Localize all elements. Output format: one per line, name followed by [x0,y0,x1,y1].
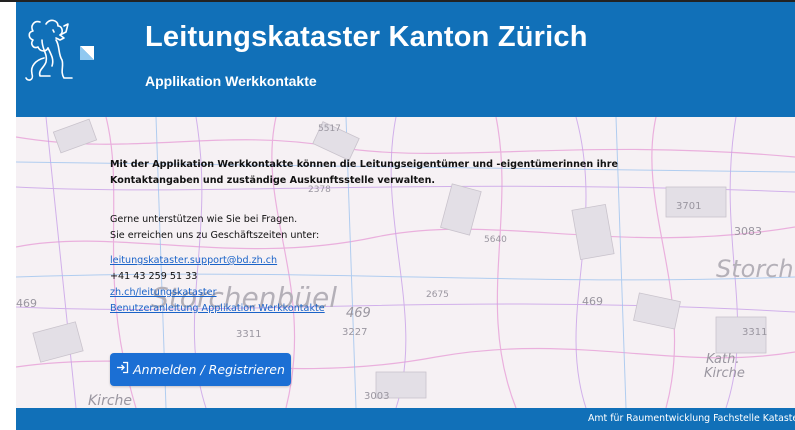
zurich-lion-logo-icon [20,10,96,90]
login-register-label: Anmelden / Registrieren [133,362,285,377]
map-number: 3003 [364,391,389,402]
login-icon [116,361,129,378]
map-label-kath: Kath. [706,352,740,367]
app-footer: Amt für Raumentwicklung Fachstelle Katas… [16,408,795,430]
map-number: 3311 [742,327,767,338]
map-number: 469 [346,306,371,321]
map-number: 469 [582,295,603,308]
manual-link[interactable]: Benutzeranleitung Applikation Werkkontak… [110,301,325,317]
intro-line-1: Mit der Applikation Werkkontakte können … [110,159,618,170]
contact-list: leitungskataster.support@bd.zh.ch +41 43… [110,253,325,317]
login-register-button[interactable]: Anmelden / Registrieren [110,353,291,386]
map-number: 3083 [734,225,762,238]
intro-line-2: Kontaktangaben und zuständige Auskunftss… [110,175,436,186]
map-number: 5640 [484,235,507,245]
map-number: 3701 [676,201,701,212]
map-number: 5517 [318,124,341,134]
info-panel: Mit der Applikation Werkkontakte können … [110,157,710,314]
support-email-link[interactable]: leitungskataster.support@bd.zh.ch [110,253,325,269]
map-label-storch: Storch [716,255,794,283]
map-number: 3311 [236,329,261,340]
map-number: 2675 [426,290,449,300]
page-subtitle: Applikation Werkkontakte [145,73,317,89]
app-header: Leitungskataster Kanton Zürich Applikati… [16,2,795,117]
page-title: Leitungskataster Kanton Zürich [145,21,588,53]
intro-text: Mit der Applikation Werkkontakte können … [110,157,710,189]
help-text: Gerne unterstützen wie Sie bei Fragen. S… [110,212,319,244]
map-label-kirche-right: Kirche [704,366,745,381]
help-line-2: Sie erreichen uns zu Geschäftszeiten unt… [110,230,320,241]
map-number: 3227 [342,327,367,338]
support-phone: +41 43 259 51 33 [110,271,198,282]
help-line-1: Gerne unterstützen wie Sie bei Fragen. [110,214,298,225]
website-link[interactable]: zh.ch/leitungskataster [110,285,325,301]
map-label-kirche-left: Kirche [88,393,132,408]
map-number: 469 [16,297,37,310]
footer-text: Amt für Raumentwicklung Fachstelle Katas… [588,413,795,424]
